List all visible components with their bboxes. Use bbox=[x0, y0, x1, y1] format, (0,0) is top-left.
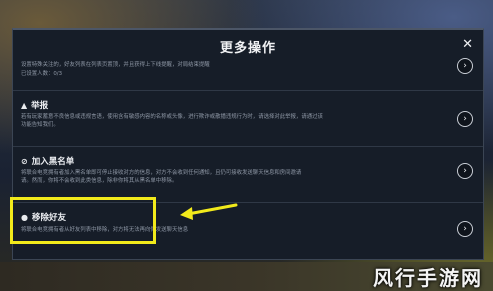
special-follow-arrow-button[interactable]: › bbox=[457, 58, 473, 74]
section-report: ▲ 举报 若有玩家蓄意不良信息或违规言语，使用含有敏感内容的名称或头像，进行欺诈… bbox=[13, 90, 483, 140]
chevron-right-icon: › bbox=[463, 61, 467, 71]
section-special-follow: 设置特殊关注的，好友列表在列表页置顶，并且获得上下线提醒，对局结束提醒 已设置人… bbox=[13, 54, 483, 90]
section-blacklist: ⊘ 加入黑名单 将联合电竞拥有者加入黑名单即可停止接收对方的信息，对方不会收到任… bbox=[13, 146, 483, 200]
chevron-right-icon: › bbox=[463, 166, 467, 176]
blacklist-arrow-button[interactable]: › bbox=[457, 163, 473, 179]
close-icon[interactable]: ✕ bbox=[462, 37, 473, 52]
blacklist-header: ⊘ 加入黑名单 bbox=[21, 155, 75, 168]
special-follow-desc-line-1: 设置特殊关注的，好友列表在列表页置顶，并且获得上下线提醒，对局结束提醒 bbox=[21, 62, 210, 68]
report-desc-line-1: 若有玩家蓄意不良信息或违规言语，使用含有敏感内容的名称或头像，进行欺诈或散播违规… bbox=[21, 114, 323, 120]
highlight-box bbox=[10, 197, 156, 244]
chevron-right-icon: › bbox=[463, 224, 467, 234]
annotation-arrow-icon bbox=[180, 203, 238, 220]
chevron-right-icon: › bbox=[463, 114, 467, 124]
report-header: ▲ 举报 bbox=[21, 99, 49, 112]
report-desc-line-2: 功能告知我们。 bbox=[21, 122, 59, 128]
blacklist-desc-line-2: 请。然而，你将不会收到此类信息，除非你将其从黑名单中移除。 bbox=[21, 178, 178, 184]
report-label: 举报 bbox=[31, 101, 49, 111]
block-icon: ⊘ bbox=[21, 156, 28, 166]
remove-friend-arrow-button[interactable]: › bbox=[457, 221, 473, 237]
blacklist-desc-line-1: 将联合电竞拥有者加入黑名单即可停止接收对方的信息，对方不会收到任何通知，且仍可接… bbox=[21, 170, 302, 176]
special-follow-desc-line-2: 已设置人数：0/3 bbox=[21, 71, 63, 77]
warning-icon: ▲ bbox=[21, 100, 28, 110]
watermark: 风行手游网 bbox=[373, 266, 483, 290]
report-arrow-button[interactable]: › bbox=[457, 111, 473, 127]
blacklist-label: 加入黑名单 bbox=[31, 157, 75, 167]
